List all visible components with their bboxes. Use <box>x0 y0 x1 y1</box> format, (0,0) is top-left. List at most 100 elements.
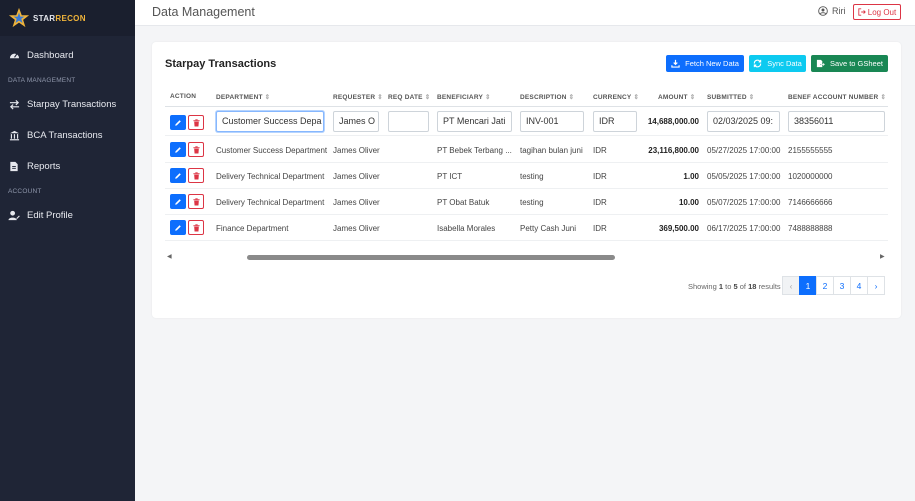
brand-logo[interactable]: STARRECON <box>0 0 135 36</box>
bank-icon <box>8 130 20 142</box>
col-currency[interactable]: CURRENCY ⇕ <box>593 93 639 101</box>
brand-name: STARRECON <box>33 13 86 23</box>
pencil-icon <box>175 224 181 231</box>
fetch-new-data-button[interactable]: Fetch New Data <box>666 55 744 72</box>
sort-icon: ⇕ <box>377 94 383 101</box>
cell-department: Delivery Technical Department <box>216 198 325 207</box>
cell-account: 7146666666 <box>788 198 833 207</box>
cell-description: tagihan bulan juni <box>520 146 583 155</box>
star-logo-icon <box>8 7 30 28</box>
requester-input[interactable]: James O <box>333 111 379 132</box>
pagination-summary: Showing 1 to 5 of 18 results <box>688 282 781 291</box>
cell-department: Delivery Technical Department <box>216 172 325 181</box>
page-1-button[interactable]: 1 <box>799 276 817 295</box>
sidebar-item-edit-profile[interactable]: Edit Profile <box>0 200 135 231</box>
transactions-card: Starpay Transactions Fetch New Data Sync… <box>152 42 901 318</box>
delete-button[interactable] <box>188 194 204 209</box>
sort-icon: ⇕ <box>264 94 271 101</box>
account-input[interactable]: 38356011 <box>788 111 885 132</box>
cell-amount: 10.00 <box>678 198 699 207</box>
col-requester[interactable]: REQUESTER ⇕ <box>333 93 383 101</box>
description-input[interactable]: INV-001 <box>520 111 584 132</box>
sign-out-icon <box>858 8 866 16</box>
currency-input[interactable]: IDR <box>593 111 637 132</box>
col-description[interactable]: DESCRIPTION ⇕ <box>520 93 574 101</box>
user-menu[interactable]: Riri <box>818 6 846 16</box>
cell-requester: James Oliver <box>333 224 380 233</box>
edit-button[interactable] <box>170 115 186 130</box>
pencil-icon <box>175 146 181 153</box>
cell-requester: James Oliver <box>333 172 380 181</box>
file-icon <box>8 161 20 173</box>
page-3-button[interactable]: 3 <box>833 276 851 295</box>
trash-icon <box>192 118 200 126</box>
amount-value: 14,688,000.00 <box>647 117 699 126</box>
scrollbar-thumb[interactable] <box>247 255 615 260</box>
sort-icon: ⇕ <box>880 94 887 101</box>
trash-icon <box>192 171 200 179</box>
delete-button[interactable] <box>188 168 204 183</box>
page-4-button[interactable]: 4 <box>850 276 868 295</box>
edit-button[interactable] <box>170 168 186 183</box>
save-to-gsheet-button[interactable]: Save to GSheet <box>811 55 888 72</box>
delete-button[interactable] <box>188 115 204 130</box>
prev-page-button[interactable]: ‹ <box>782 276 800 295</box>
trash-icon <box>192 197 200 205</box>
cell-department: Finance Department <box>216 224 289 233</box>
cell-beneficiary: PT ICT <box>437 172 463 181</box>
edit-button[interactable] <box>170 194 186 209</box>
col-action: ACTION <box>170 93 197 100</box>
col-beneficiary[interactable]: BENEFICIARY ⇕ <box>437 93 491 101</box>
department-input[interactable]: Customer Success Depa <box>216 111 324 132</box>
user-edit-icon <box>8 210 20 222</box>
logout-button[interactable]: Log Out <box>853 4 901 20</box>
table-row: Customer Success Department James Oliver P… <box>165 137 888 163</box>
page-2-button[interactable]: 2 <box>816 276 834 295</box>
user-circle-icon <box>818 6 828 16</box>
trash-icon <box>192 223 200 231</box>
download-icon <box>671 59 680 68</box>
cell-description: testing <box>520 172 544 181</box>
sidebar-item-reports[interactable]: Reports <box>0 151 135 182</box>
table-row-editing: Customer Success Depa James O PT Mencari… <box>165 108 888 136</box>
col-amount[interactable]: AMOUNT ⇕ <box>658 93 695 101</box>
delete-button[interactable] <box>188 220 204 235</box>
sidebar-item-starpay-transactions[interactable]: Starpay Transactions <box>0 89 135 120</box>
cell-currency: IDR <box>593 172 607 181</box>
col-req-date[interactable]: REQ DATE ⇕ <box>388 93 430 101</box>
submitted-input[interactable]: 02/03/2025 09: <box>707 111 780 132</box>
section-data-management: DATA MANAGEMENT <box>8 76 76 84</box>
cell-submitted: 05/27/2025 17:00:00 <box>707 146 781 155</box>
col-submitted[interactable]: SUBMITTED ⇕ <box>707 93 754 101</box>
sidebar-item-dashboard[interactable]: Dashboard <box>0 40 135 71</box>
cell-beneficiary: Isabella Morales <box>437 224 496 233</box>
next-page-button[interactable]: › <box>867 276 885 295</box>
scroll-right-icon[interactable]: ▶ <box>880 253 885 260</box>
exchange-icon <box>8 99 20 111</box>
table-row: Delivery Technical Department James Olive… <box>165 163 888 189</box>
sort-icon: ⇕ <box>568 94 575 101</box>
scroll-left-icon[interactable]: ◀ <box>167 253 172 260</box>
edit-button[interactable] <box>170 220 186 235</box>
sort-icon: ⇕ <box>633 94 640 101</box>
cell-beneficiary: PT Obat Batuk <box>437 198 490 207</box>
sync-data-button[interactable]: Sync Data <box>749 55 806 72</box>
cell-currency: IDR <box>593 224 607 233</box>
topbar: Data Management Riri Log Out <box>135 0 915 26</box>
col-benef-account-number[interactable]: BENEF ACCOUNT NUMBER ⇕ <box>788 93 886 101</box>
pagination: ‹ 1 2 3 4 › <box>782 276 885 295</box>
edit-button[interactable] <box>170 142 186 157</box>
beneficiary-input[interactable]: PT Mencari Jati <box>437 111 512 132</box>
transactions-table: ACTION DEPARTMENT ⇕ REQUESTER ⇕ REQ DATE ⇕ … <box>165 87 888 262</box>
cell-description: Petty Cash Juni <box>520 224 577 233</box>
table-row: Finance Department James Oliver Isabella M… <box>165 215 888 241</box>
sidebar-item-bca-transactions[interactable]: BCA Transactions <box>0 120 135 151</box>
req-date-input[interactable] <box>388 111 429 132</box>
col-department[interactable]: DEPARTMENT ⇕ <box>216 93 270 101</box>
sidebar: STARRECON Dashboard DATA MANAGEMENT Star… <box>0 0 135 501</box>
delete-button[interactable] <box>188 142 204 157</box>
sort-icon: ⇕ <box>424 94 431 101</box>
cell-amount: 23,116,800.00 <box>648 146 699 155</box>
cell-account: 7488888888 <box>788 224 833 233</box>
horizontal-scrollbar[interactable]: ◀ ▶ <box>165 253 888 261</box>
